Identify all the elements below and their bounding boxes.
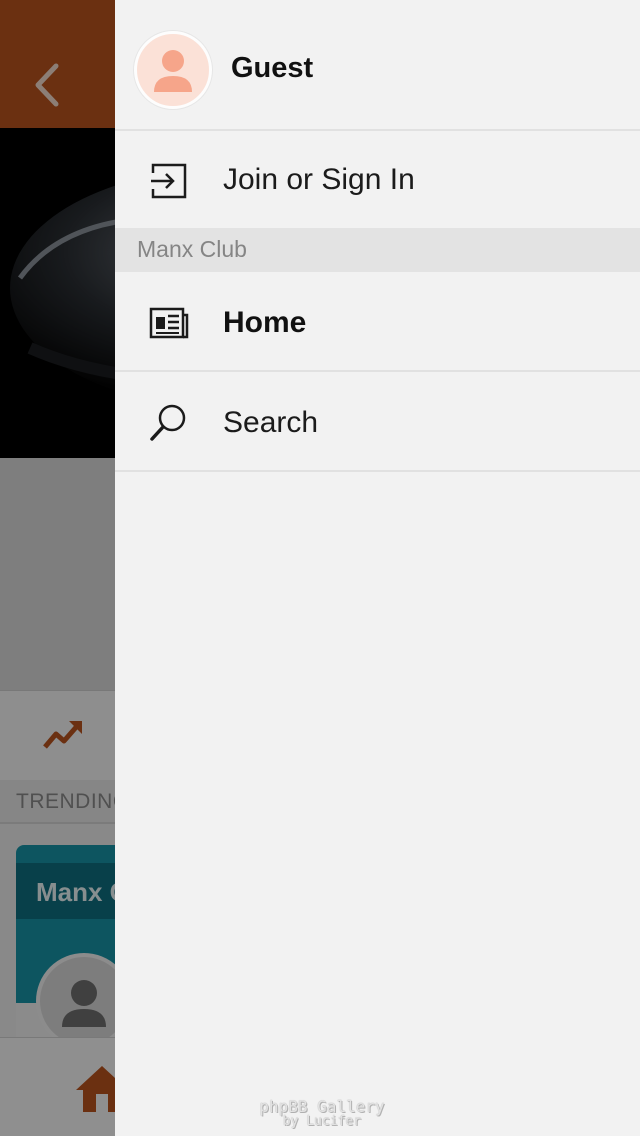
search-icon [150, 404, 186, 441]
section-header: Manx Club [115, 228, 640, 272]
join-or-sign-in-label: Join or Sign In [223, 163, 415, 196]
section-title: Manx Club [137, 236, 247, 262]
watermark: phpBB Gallery by Lucifer [252, 1097, 392, 1130]
watermark-line-1: phpBB Gallery [259, 1097, 385, 1116]
user-icon [154, 50, 192, 92]
menu-item-search-label: Search [223, 406, 319, 439]
profile-name: Guest [231, 52, 314, 84]
menu-item-search[interactable]: Search [115, 372, 640, 472]
sign-in-icon [151, 163, 187, 199]
menu-item-home-label: Home [223, 306, 307, 339]
avatar [134, 31, 212, 109]
newspaper-icon [149, 307, 189, 339]
navigation-drawer: Guest Join or Sign In Manx Club Home Sea… [115, 0, 640, 1136]
join-or-sign-in-button[interactable]: Join or Sign In [115, 131, 640, 229]
watermark-line-2: by Lucifer [282, 1114, 362, 1129]
profile-header[interactable]: Guest [115, 0, 640, 131]
menu-item-home[interactable]: Home [115, 272, 640, 372]
